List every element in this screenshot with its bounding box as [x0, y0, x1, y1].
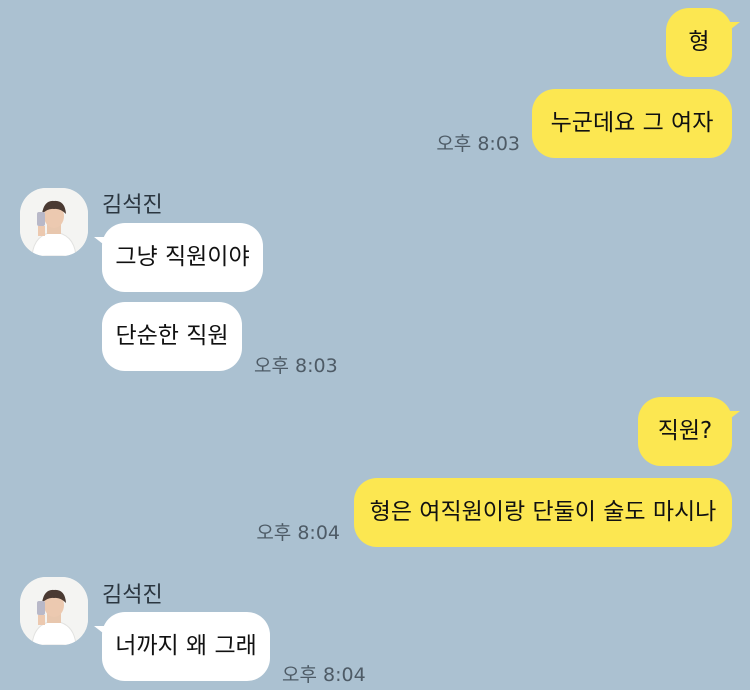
sender-name: 김석진 [102, 193, 163, 218]
incoming-message[interactable]: 단순한 직원 [102, 302, 242, 371]
incoming-message[interactable]: 그냥 직원이야 [94, 223, 263, 292]
avatar[interactable] [20, 577, 88, 645]
outgoing-message[interactable]: 누군데요 그 여자 [532, 89, 732, 158]
message-text: 그냥 직원이야 [115, 244, 250, 270]
bubble-tail [94, 237, 112, 251]
message-text: 형 [688, 29, 710, 55]
outgoing-message[interactable]: 직원? [638, 397, 740, 466]
avatar[interactable] [20, 188, 88, 256]
message-text: 형은 여직원이랑 단둘이 술도 마시나 [369, 499, 717, 525]
message-text: 단순한 직원 [115, 323, 229, 349]
outgoing-message[interactable]: 형 [666, 8, 740, 77]
bubble-tail [722, 411, 740, 425]
bubble-tail [94, 626, 112, 640]
message-time: 오후 8:04 [256, 522, 340, 544]
message-time: 오후 8:03 [254, 355, 338, 377]
profile-photo-icon [20, 188, 88, 256]
message-text: 너까지 왜 그래 [115, 633, 257, 659]
outgoing-message[interactable]: 형은 여직원이랑 단둘이 술도 마시나 [354, 478, 732, 547]
profile-photo-icon [20, 577, 88, 645]
message-text: 누군데요 그 여자 [550, 110, 714, 136]
incoming-message[interactable]: 너까지 왜 그래 [94, 612, 270, 681]
message-text: 직원? [657, 418, 713, 444]
message-time: 오후 8:04 [282, 664, 366, 686]
message-time: 오후 8:03 [436, 133, 520, 155]
bubble-tail [722, 22, 740, 36]
sender-name: 김석진 [102, 583, 163, 608]
